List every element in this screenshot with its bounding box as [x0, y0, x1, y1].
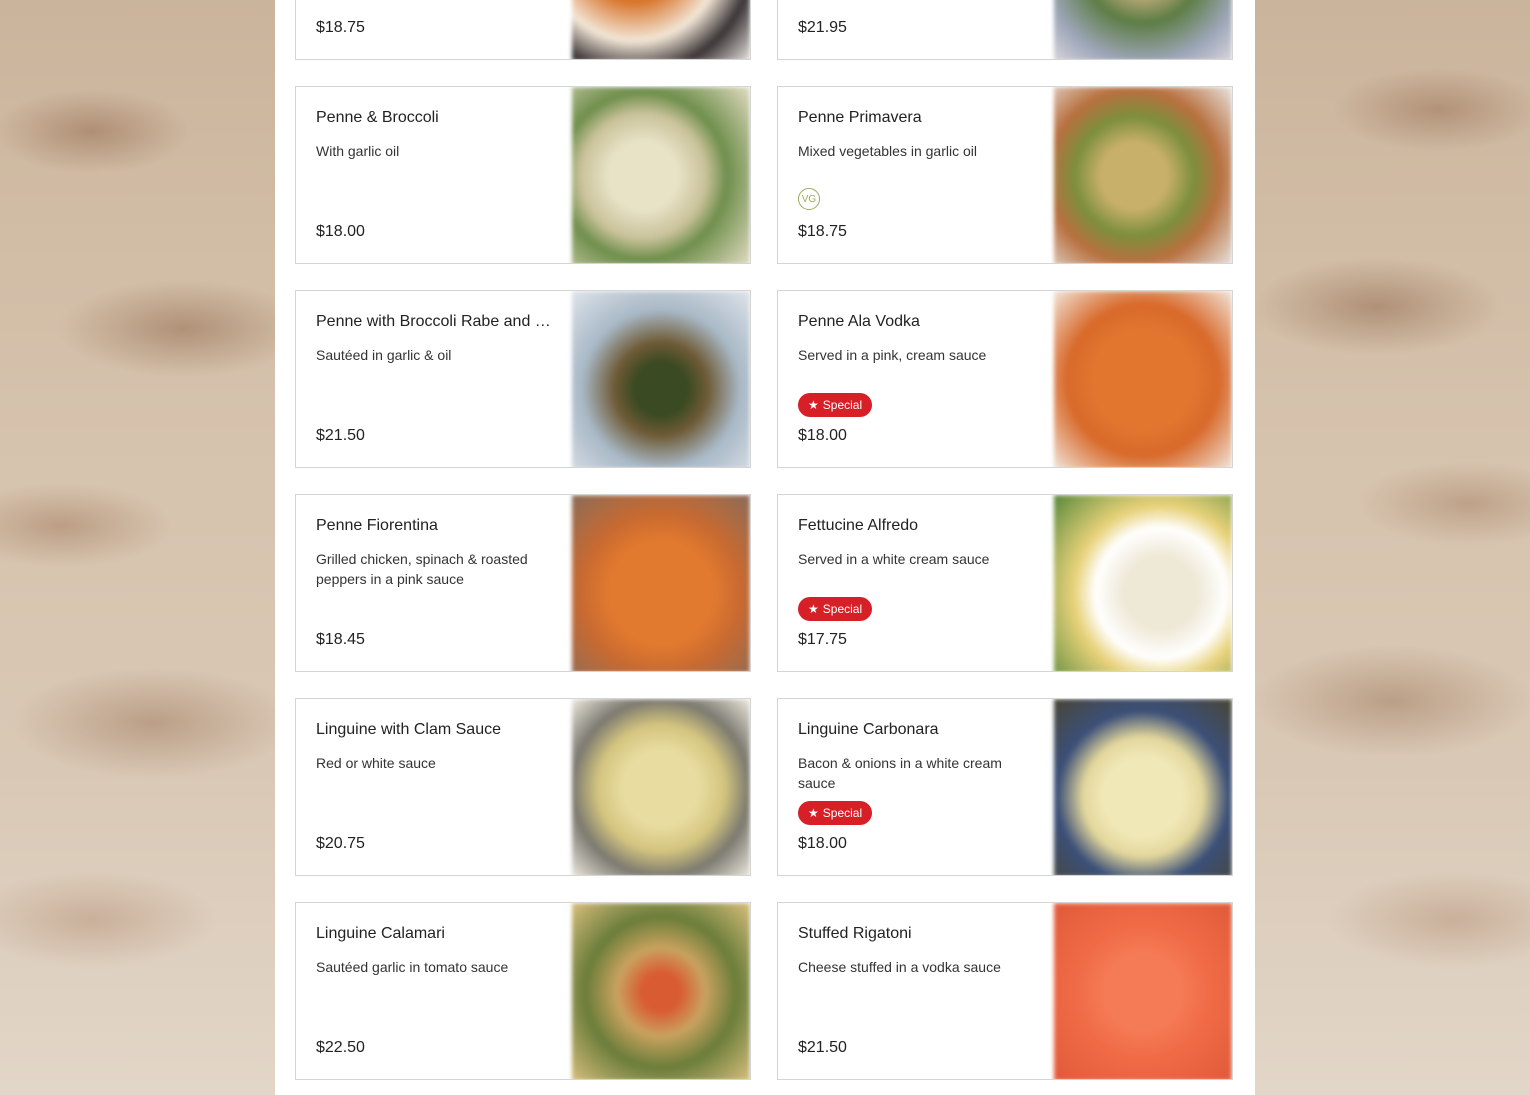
menu-item-description: Grilled chicken, spinach & roasted peppe…	[316, 551, 528, 587]
menu-item-price: $18.00	[798, 427, 847, 444]
special-badge-label: Special	[822, 398, 863, 412]
menu-item-name: Linguine with Clam Sauce	[316, 721, 501, 738]
menu-item-name: Penne with Broccoli Rabe and Sausage	[316, 313, 554, 330]
menu-item-description: Served in a pink, cream sauce	[798, 347, 987, 363]
menu-item-description: Served in a white cream sauce	[798, 551, 990, 567]
special-badge: ★ Special	[798, 393, 873, 417]
menu-item-price: $20.75	[316, 835, 365, 852]
menu-item-name: Linguine Calamari	[316, 925, 445, 942]
menu-item-price: $21.50	[798, 1039, 847, 1056]
menu-item-photo	[1054, 903, 1232, 1079]
menu-item-description: Bacon & onions in a white cream sauce	[798, 755, 1002, 791]
menu-item-name: Penne Fiorentina	[316, 517, 438, 534]
menu-item-description: With garlic oil	[316, 143, 400, 159]
menu-page: $18.75 $21.95 Penne & Broccoli With garlic …	[275, 0, 1255, 1095]
menu-item-photo	[1054, 87, 1232, 263]
menu-item-card[interactable]: $18.75	[295, 0, 751, 60]
menu-item-name: Penne Primavera	[798, 109, 922, 126]
menu-item-photo	[572, 495, 750, 671]
menu-item-description: Cheese stuffed in a vodka sauce	[798, 959, 1001, 975]
menu-item-price: $18.00	[798, 835, 847, 852]
menu-item-photo	[1054, 291, 1232, 467]
special-badge: ★ Special	[798, 801, 873, 825]
menu-item-price: $18.45	[316, 631, 365, 648]
menu-item-description: Sautéed garlic in tomato sauce	[316, 959, 509, 975]
menu-item-card[interactable]: Penne Primavera Mixed vegetables in garli…	[777, 86, 1233, 264]
menu-item-photo	[1054, 495, 1232, 671]
menu-item-price: $21.50	[316, 427, 365, 444]
vegan-icon: VG	[798, 188, 820, 210]
menu-item-name: Penne & Broccoli	[316, 109, 439, 126]
menu-item-photo	[572, 291, 750, 467]
menu-item-description: Red or white sauce	[316, 755, 436, 771]
menu-item-price: $18.75	[798, 223, 847, 240]
menu-item-photo	[572, 87, 750, 263]
menu-item-photo	[572, 699, 750, 875]
menu-item-price: $17.75	[798, 631, 847, 648]
special-badge-label: Special	[822, 602, 863, 616]
menu-item-card[interactable]: Linguine with Clam Sauce Red or white sau…	[295, 698, 751, 876]
menu-item-photo	[1054, 0, 1232, 59]
menu-item-card[interactable]: Penne & Broccoli With garlic oil $18.00	[295, 86, 751, 264]
menu-item-card[interactable]: Fettucine Alfredo Served in a white cream…	[777, 494, 1233, 672]
menu-item-price: $21.95	[798, 19, 847, 36]
star-icon: ★	[808, 806, 819, 820]
menu-item-card[interactable]: Penne Ala Vodka Served in a pink, cream s…	[777, 290, 1233, 468]
menu-item-name: Penne Ala Vodka	[798, 313, 920, 330]
menu-item-price: $18.00	[316, 223, 365, 240]
menu-item-card[interactable]: Linguine Carbonara Bacon & onions in a wh…	[777, 698, 1233, 876]
menu-item-card[interactable]: Linguine Calamari Sautéed garlic in tomat…	[295, 902, 751, 1080]
menu-item-photo	[572, 0, 750, 59]
menu-item-description: Mixed vegetables in garlic oil	[798, 143, 977, 159]
menu-item-card[interactable]: $21.95	[777, 0, 1233, 60]
special-badge-label: Special	[822, 806, 863, 820]
star-icon: ★	[808, 398, 819, 412]
menu-item-name: Fettucine Alfredo	[798, 517, 919, 534]
special-badge: ★ Special	[798, 597, 873, 621]
menu-item-photo	[1054, 699, 1232, 875]
menu-item-price: $22.50	[316, 1039, 365, 1056]
menu-item-name: Linguine Carbonara	[798, 721, 939, 738]
menu-item-price: $18.75	[316, 19, 365, 36]
menu-item-card[interactable]: Penne Fiorentina Grilled chicken, spinach…	[295, 494, 751, 672]
menu-item-name: Stuffed Rigatoni	[798, 925, 912, 942]
menu-item-card[interactable]: Penne with Broccoli Rabe and Sausage Saut…	[295, 290, 751, 468]
menu-item-description: Sautéed in garlic & oil	[316, 347, 452, 363]
menu-item-photo	[572, 903, 750, 1079]
star-icon: ★	[808, 602, 819, 616]
menu-item-card[interactable]: Stuffed Rigatoni Cheese stuffed in a vodk…	[777, 902, 1233, 1080]
